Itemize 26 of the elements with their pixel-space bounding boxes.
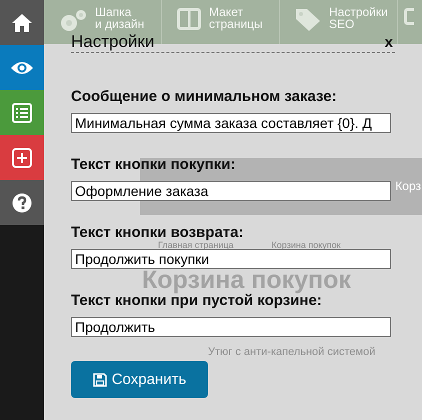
help-icon (12, 192, 32, 212)
field-label: Текст кнопки покупки: (71, 157, 236, 172)
layout-icon (177, 8, 201, 30)
sidebar-item[interactable] (0, 135, 44, 180)
input-field[interactable]: Минимальная сумма заказа составляет {0}. Д (71, 113, 391, 133)
tag-icon (295, 8, 321, 32)
home-icon (11, 12, 33, 32)
sidebar-item[interactable] (0, 45, 44, 90)
input-field[interactable]: Оформление заказа (71, 181, 391, 201)
sidebar-item[interactable] (0, 0, 44, 45)
dialog-title: Настройки (71, 33, 154, 50)
list-icon (12, 102, 32, 122)
product-name: Утюг с анти-капельной системой (208, 346, 376, 358)
close-button[interactable]: x (384, 35, 395, 50)
save-button[interactable]: Сохранить (71, 361, 208, 398)
plus-icon (12, 148, 32, 168)
sidebar-item[interactable] (0, 180, 44, 225)
sidebar-item[interactable] (0, 90, 44, 135)
field-label: Текст кнопки возврата: (71, 225, 244, 240)
floppy-icon (92, 372, 107, 386)
input-field[interactable]: Продолжить (71, 317, 391, 337)
field-label: Текст кнопки при пустой корзине: (71, 293, 322, 308)
cart-bar-text: Корз (395, 179, 421, 193)
input-field[interactable]: Продолжить покупки (71, 249, 391, 269)
field-label: Сообщение о минимальном заказе: (71, 89, 337, 104)
eye-icon (10, 60, 34, 76)
